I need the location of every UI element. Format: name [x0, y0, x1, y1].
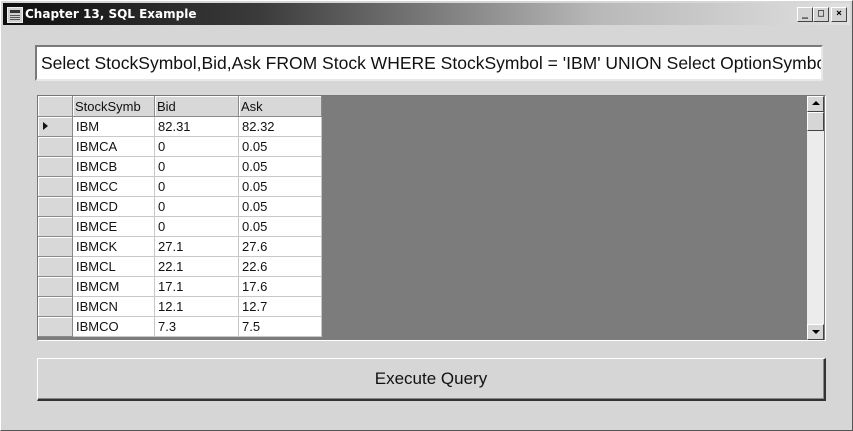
results-grid[interactable]: StockSymb Bid Ask IBM 82.31 82.32 IBMCA 0 0.0… — [37, 95, 826, 341]
cell-ask[interactable]: 12.7 — [238, 296, 322, 317]
cell-ask[interactable]: 82.32 — [238, 116, 322, 137]
header-row: StockSymb Bid Ask — [38, 96, 322, 117]
current-row-arrow-icon — [43, 122, 48, 130]
corner-header[interactable] — [38, 96, 73, 117]
title-bar[interactable]: Chapter 13, SQL Example _ □ × — [3, 3, 850, 25]
cell-symbol[interactable]: IBMCE — [72, 216, 155, 237]
cell-bid[interactable]: 0 — [154, 216, 239, 237]
row-header[interactable] — [38, 176, 73, 197]
execute-query-button[interactable]: Execute Query — [37, 358, 826, 401]
row-header[interactable] — [38, 236, 73, 257]
close-button[interactable]: × — [831, 7, 847, 22]
cell-ask[interactable]: 0.05 — [238, 196, 322, 217]
table-row[interactable]: IBMCM 17.1 17.6 — [38, 276, 322, 297]
table-row[interactable]: IBMCK 27.1 27.6 — [38, 236, 322, 257]
cell-symbol[interactable]: IBMCC — [72, 176, 155, 197]
row-header[interactable] — [38, 296, 73, 317]
cell-bid[interactable]: 82.31 — [154, 116, 239, 137]
cell-bid[interactable]: 27.1 — [154, 236, 239, 257]
cell-ask[interactable]: 22.6 — [238, 256, 322, 277]
cell-ask[interactable]: 0.05 — [238, 136, 322, 157]
row-header[interactable] — [38, 196, 73, 217]
row-header[interactable] — [38, 256, 73, 277]
cell-bid[interactable]: 7.3 — [154, 316, 239, 337]
cell-ask[interactable]: 0.05 — [238, 176, 322, 197]
row-header[interactable] — [38, 136, 73, 157]
row-header[interactable] — [38, 156, 73, 177]
row-header[interactable] — [38, 316, 73, 337]
table-row[interactable]: IBMCN 12.1 12.7 — [38, 296, 322, 317]
table-row[interactable]: IBMCL 22.1 22.6 — [38, 256, 322, 277]
query-text[interactable]: Select StockSymbol,Bid,Ask FROM Stock WH… — [41, 53, 821, 74]
cell-ask[interactable]: 17.6 — [238, 276, 322, 297]
results-table: StockSymb Bid Ask IBM 82.31 82.32 IBMCA 0 0.0… — [38, 96, 322, 337]
column-header-ask[interactable]: Ask — [238, 96, 322, 117]
scroll-thumb[interactable] — [807, 112, 824, 131]
cell-symbol[interactable]: IBMCM — [72, 276, 155, 297]
query-input[interactable]: Select StockSymbol,Bid,Ask FROM Stock WH… — [35, 45, 823, 81]
cell-symbol[interactable]: IBMCO — [72, 316, 155, 337]
row-header[interactable] — [38, 216, 73, 237]
scroll-down-icon[interactable] — [807, 324, 824, 340]
table-row[interactable]: IBMCC 0 0.05 — [38, 176, 322, 197]
cell-ask[interactable]: 0.05 — [238, 156, 322, 177]
app-icon — [7, 7, 23, 23]
cell-ask[interactable]: 27.6 — [238, 236, 322, 257]
cell-bid[interactable]: 0 — [154, 176, 239, 197]
vertical-scrollbar[interactable] — [807, 96, 824, 340]
maximize-button[interactable]: □ — [813, 7, 829, 22]
scroll-up-icon[interactable] — [807, 96, 824, 112]
cell-bid[interactable]: 0 — [154, 156, 239, 177]
cell-symbol[interactable]: IBM — [72, 116, 155, 137]
table-row[interactable]: IBMCA 0 0.05 — [38, 136, 322, 157]
table-row[interactable]: IBMCE 0 0.05 — [38, 216, 322, 237]
row-header[interactable] — [38, 276, 73, 297]
row-header[interactable] — [38, 116, 73, 137]
cell-ask[interactable]: 7.5 — [238, 316, 322, 337]
cell-symbol[interactable]: IBMCD — [72, 196, 155, 217]
table-row[interactable]: IBMCB 0 0.05 — [38, 156, 322, 177]
cell-symbol[interactable]: IBMCL — [72, 256, 155, 277]
app-window: Chapter 13, SQL Example _ □ × Select Sto… — [0, 0, 853, 431]
cell-bid[interactable]: 22.1 — [154, 256, 239, 277]
cell-bid[interactable]: 12.1 — [154, 296, 239, 317]
cell-bid[interactable]: 17.1 — [154, 276, 239, 297]
column-header-symbol[interactable]: StockSymb — [72, 96, 155, 117]
table-row[interactable]: IBM 82.31 82.32 — [38, 116, 322, 137]
cell-symbol[interactable]: IBMCN — [72, 296, 155, 317]
cell-ask[interactable]: 0.05 — [238, 216, 322, 237]
cell-symbol[interactable]: IBMCK — [72, 236, 155, 257]
cell-bid[interactable]: 0 — [154, 196, 239, 217]
cell-symbol[interactable]: IBMCA — [72, 136, 155, 157]
cell-bid[interactable]: 0 — [154, 136, 239, 157]
cell-symbol[interactable]: IBMCB — [72, 156, 155, 177]
window-title: Chapter 13, SQL Example — [25, 7, 197, 21]
column-header-bid[interactable]: Bid — [154, 96, 239, 117]
table-row[interactable]: IBMCD 0 0.05 — [38, 196, 322, 217]
table-row[interactable]: IBMCO 7.3 7.5 — [38, 316, 322, 337]
minimize-button[interactable]: _ — [797, 7, 813, 22]
